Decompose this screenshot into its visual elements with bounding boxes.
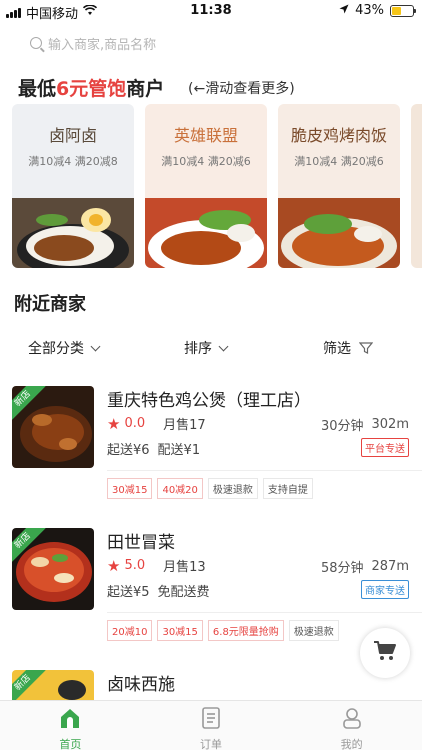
discount-tag: 6.8元限量抢购 xyxy=(207,620,284,641)
tab-bar: 首页 订单 我的 xyxy=(0,700,422,750)
food-image xyxy=(278,198,400,268)
chevron-down-icon xyxy=(90,341,101,351)
monthly-sales: 月售17 xyxy=(163,418,206,433)
promo-scroll-hint: (←滑动查看更多) xyxy=(188,81,295,97)
divider xyxy=(107,612,422,613)
promo-card-discount: 满10减4 满20减8 xyxy=(28,155,118,168)
star-icon: ★ xyxy=(107,414,121,433)
merchant-card[interactable]: 新店 田世冒菜 ★ 5.0 月售13 58分钟 287m 起送¥5 免配送费 商… xyxy=(0,528,422,648)
promo-card-discount: 满10减4 满20减6 xyxy=(294,155,384,168)
delivery-type-badge: 平台专送 xyxy=(361,438,409,457)
home-icon xyxy=(59,707,81,733)
star-icon: ★ xyxy=(107,556,121,575)
merchant-card[interactable]: 新店 卤味西施 xyxy=(0,670,422,700)
promo-card-discount: 满10减4 满20减6 xyxy=(161,155,251,168)
funnel-icon xyxy=(359,342,373,354)
promo-card-name: 脆皮鸡烤肉饭 xyxy=(290,126,387,145)
distance: 287m xyxy=(371,559,409,574)
category-dropdown[interactable]: 全部分类 xyxy=(28,338,101,358)
tab-home[interactable]: 首页 xyxy=(0,701,141,750)
tab-label: 订单 xyxy=(200,738,222,750)
merchant-name: 田世冒菜 xyxy=(107,533,175,553)
promo-card[interactable]: 卤阿卤 满10减4 满20减8 xyxy=(12,104,134,268)
distance: 302m xyxy=(371,417,409,432)
promo-highlight: 6元管饱 xyxy=(56,78,127,100)
merchant-name: 卤味西施 xyxy=(107,675,175,695)
monthly-sales: 月售13 xyxy=(163,560,206,575)
discount-tag: 30减15 xyxy=(107,478,153,499)
service-tag: 支持自提 xyxy=(262,478,313,499)
chevron-down-icon xyxy=(218,341,229,351)
status-bar: 中国移动 11:38 43% xyxy=(0,0,422,22)
filter-bar: 全部分类 排序 筛选 xyxy=(0,336,422,360)
search-icon xyxy=(30,37,42,49)
service-tag: 极速退款 xyxy=(207,478,258,499)
shopping-cart-icon xyxy=(373,640,397,666)
battery-icon xyxy=(390,4,416,17)
promo-card-name: 卤阿卤 xyxy=(48,126,97,145)
promo-card[interactable]: 脆皮鸡烤肉饭 满10减4 满20减6 xyxy=(278,104,400,268)
discount-tag: 30减15 xyxy=(157,620,203,641)
nearby-title: 附近商家 xyxy=(14,294,86,315)
merchant-name: 重庆特色鸡公煲（理工店） xyxy=(107,391,311,411)
location-arrow-icon xyxy=(339,3,349,18)
delivery-time: 30分钟 xyxy=(320,419,364,434)
search-input[interactable]: 输入商家,商品名称 xyxy=(48,34,156,53)
promo-title: 最低6元管饱商户 xyxy=(18,78,165,100)
merchant-image: 新店 xyxy=(12,528,94,610)
food-image xyxy=(12,198,134,268)
merchant-image: 新店 xyxy=(12,670,94,700)
battery-percent: 43% xyxy=(355,3,384,18)
tab-orders[interactable]: 订单 xyxy=(141,701,282,750)
tab-label: 首页 xyxy=(59,738,82,750)
search-bar[interactable]: 输入商家,商品名称 xyxy=(14,28,408,58)
filter-button[interactable]: 筛选 xyxy=(323,338,373,358)
discount-tag: 20减10 xyxy=(107,620,153,641)
profile-icon xyxy=(341,707,363,733)
discount-tag: 40减20 xyxy=(157,478,203,499)
delivery-fee: 免配送费 xyxy=(157,585,210,600)
divider xyxy=(107,470,422,471)
merchant-rating: 0.0 xyxy=(124,416,146,431)
promo-card-name: 英雄联盟 xyxy=(173,126,238,145)
service-tag: 极速退款 xyxy=(288,620,339,641)
min-order: 起送¥5 xyxy=(107,585,150,600)
delivery-type-badge: 商家专送 xyxy=(361,580,409,599)
sort-dropdown[interactable]: 排序 xyxy=(184,338,229,358)
tab-profile[interactable]: 我的 xyxy=(281,701,422,750)
merchant-image: 新店 xyxy=(12,386,94,468)
promo-carousel[interactable]: 卤阿卤 满10减4 满20减8 英雄联盟 满10减4 满20减6 脆皮鸡烤肉饭 … xyxy=(12,104,422,268)
promo-tags: 20减10 30减15 6.8元限量抢购 极速退款 xyxy=(107,620,339,641)
order-icon xyxy=(201,707,221,733)
cart-button[interactable] xyxy=(360,628,410,678)
delivery-fee: 配送¥1 xyxy=(157,443,201,458)
food-image xyxy=(145,198,267,268)
delivery-time: 58分钟 xyxy=(320,561,364,576)
merchant-card[interactable]: 新店 重庆特色鸡公煲（理工店） ★ 0.0 月售17 30分钟 302m 起送¥… xyxy=(0,386,422,506)
merchant-rating: 5.0 xyxy=(124,558,146,573)
tab-label: 我的 xyxy=(340,738,363,750)
min-order: 起送¥6 xyxy=(107,443,150,458)
promo-card-peek[interactable] xyxy=(411,104,422,268)
promo-tags: 30减15 40减20 极速退款 支持自提 xyxy=(107,478,313,499)
promo-card[interactable]: 英雄联盟 满10减4 满20减6 xyxy=(145,104,267,268)
